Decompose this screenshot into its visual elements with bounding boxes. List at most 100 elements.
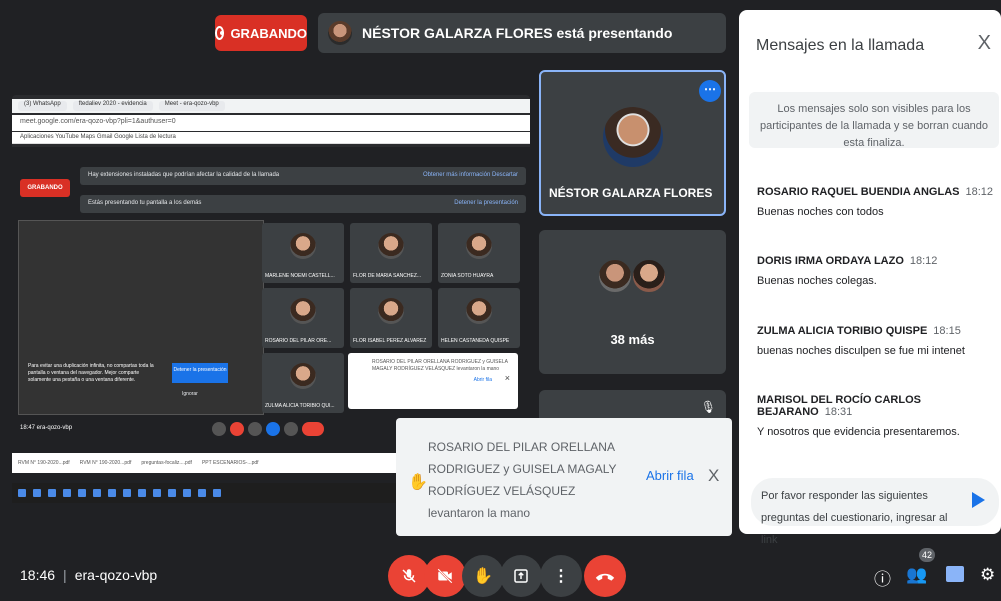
send-icon[interactable] [972, 492, 985, 508]
participant-photo [466, 233, 492, 259]
chat-time: 18:12 [965, 186, 994, 198]
shared-presenting-action: Detener la presentación [454, 200, 518, 206]
camera-toggle-button[interactable] [424, 555, 466, 597]
shared-hangup-icon [302, 422, 324, 436]
shared-tab: (3) WhatsApp [18, 101, 67, 111]
shared-hand-icon [248, 422, 262, 436]
shared-more-icon [284, 422, 298, 436]
shared-extensions-actions: Obtener más información Descartar [422, 172, 518, 178]
chat-sender: ROSARIO RAQUEL BUENDIA ANGLAS [757, 186, 960, 198]
participant-photo [290, 363, 316, 389]
info-icon[interactable]: ⓘ [874, 565, 891, 590]
shared-recording-badge: GRABANDO [20, 179, 70, 197]
shared-cam-icon [230, 422, 244, 436]
shared-extensions-text: Hay extensiones instaladas que podrían a… [88, 172, 280, 178]
camera-off-icon [437, 568, 453, 584]
chat-text: Buenas noches con todos [757, 206, 884, 218]
participant-name: ZONIA SOTO HUAYRA [441, 273, 494, 279]
shared-download-file: RVM N° 190-2020...pdf [79, 460, 132, 466]
current-time: 18:46 [20, 567, 56, 583]
people-icon[interactable]: 👥 [906, 565, 927, 585]
chat-message-input[interactable]: Por favor responder las siguientes pregu… [751, 478, 999, 546]
chat-message: MARISOL DEL ROCÍO CARLOS BEJARANO 18:31 Y… [757, 394, 997, 438]
shared-participant-tile: MARLENE NOEMI CASTELL... [262, 223, 344, 283]
shared-browser-tabs: (3) WhatsApp ftedaliev 2020 - evidencia … [12, 99, 530, 113]
shared-participant-tile: HELEN CASTAÑEDA QUISPE [438, 288, 520, 348]
present-icon [514, 569, 528, 583]
shared-bookmarks-bar: Aplicaciones YouTube Maps Gmail Google L… [12, 132, 530, 144]
hand-raised-toast: ✋ ROSARIO DEL PILAR ORELLANA RODRIGUEZ y… [396, 418, 732, 536]
chat-message: ROSARIO RAQUEL BUENDIA ANGLAS 18:12 Buena… [757, 186, 997, 218]
shared-hand-toast: ROSARIO DEL PILAR ORELLANA RODRIGUEZ y G… [348, 353, 518, 409]
meeting-info: 18:46 | era-qozo-vbp [20, 567, 157, 583]
more-vert-icon: ⋮ [553, 568, 569, 585]
leave-call-button[interactable] [584, 555, 626, 597]
chat-text: Buenas noches colegas. [757, 275, 877, 287]
shared-download-file: preguntas-focaliz....pdf [141, 460, 192, 466]
participant-name: FLOR ISABEL PÉREZ ALVAREZ [353, 338, 427, 344]
shared-participant-tile: FLOR ISABEL PÉREZ ALVAREZ [350, 288, 432, 348]
presenter-photo [603, 107, 663, 167]
separator: | [63, 567, 67, 583]
chat-message: DORIS IRMA ORDAYA LAZO 18:12 Buenas noche… [757, 255, 997, 287]
chat-panel: Mensajes en la llamada X Los mensajes so… [739, 10, 1001, 546]
participant-photo [290, 298, 316, 324]
chat-time: 18:15 [933, 325, 961, 337]
shared-participant-tile: FLOR DE MARIA SANCHEZ... [350, 223, 432, 283]
participant-photo [466, 298, 492, 324]
chat-text: Y nosotros que evidencia presentaremos. [757, 426, 960, 438]
shared-duplication-note: Para evitar una duplicación infinita, no… [28, 363, 154, 383]
participant-name: HELEN CASTAÑEDA QUISPE [441, 338, 510, 344]
more-participants-tile[interactable]: 38 más [539, 230, 726, 374]
people-count-badge: 42 [919, 548, 935, 562]
more-count: 38 más [610, 332, 655, 347]
shared-ignore-link: Ignorar [182, 391, 198, 397]
shared-extensions-banner: Hay extensiones instaladas que podrían a… [80, 167, 526, 185]
chat-time: 18:31 [824, 406, 853, 418]
taskbar-icon [78, 489, 86, 497]
chat-icon[interactable] [946, 566, 964, 582]
chat-info-note: Los mensajes solo son visibles para los … [749, 92, 999, 149]
chat-title: Mensajes en la llamada [756, 37, 925, 54]
chat-text: buenas noches disculpen se fue mi intene… [757, 345, 965, 357]
tile-options-icon[interactable]: ⋯ [699, 80, 721, 102]
presenter-banner: NÉSTOR GALARZA FLORES está presentando [318, 13, 726, 53]
presenter-name: NÉSTOR GALARZA FLORES [549, 186, 713, 200]
shared-tab: Meet - era-qozo-vbp [158, 101, 225, 111]
taskbar-icon [168, 489, 176, 497]
taskbar-icon [48, 489, 56, 497]
shared-presenting-banner: Estás presentando tu pantalla a los demá… [80, 195, 526, 213]
more-options-button[interactable]: ⋮ [540, 555, 582, 597]
activities-icon[interactable]: ⚙ [980, 565, 995, 585]
recording-label: GRABANDO [230, 25, 307, 41]
shared-tab: ftedaliev 2020 - evidencia [72, 101, 153, 111]
shared-hand-toast-text: ROSARIO DEL PILAR ORELLANA RODRIGUEZ y G… [372, 359, 508, 372]
presenter-text: NÉSTOR GALARZA FLORES está presentando [362, 25, 673, 41]
taskbar-icon [198, 489, 206, 497]
record-icon [215, 26, 225, 40]
meeting-code: era-qozo-vbp [74, 567, 158, 583]
presenter-tile[interactable]: NÉSTOR GALARZA FLORES [539, 70, 726, 216]
close-icon[interactable]: X [978, 32, 991, 55]
close-icon[interactable]: X [708, 466, 719, 486]
participant-photo [378, 233, 404, 259]
present-button[interactable] [500, 555, 542, 597]
raise-hand-button[interactable]: ✋ [462, 555, 504, 597]
shared-url-bar: meet.google.com/era-qozo-vbp?pli=1&authu… [12, 115, 530, 131]
shared-mic-icon [212, 422, 226, 436]
raise-hand-icon: ✋ [473, 568, 493, 585]
chat-time: 18:12 [909, 255, 938, 267]
shared-presenting-text: Estás presentando tu pantalla a los demá… [88, 200, 202, 206]
taskbar-icon [33, 489, 41, 497]
participant-name: ROSARIO DEL PILAR ORE... [265, 338, 332, 344]
hangup-icon [595, 573, 615, 581]
taskbar-icon [108, 489, 116, 497]
participant-photo [631, 258, 667, 294]
shared-participant-tile: ZULMA ALICIA TORIBIO QUI... [262, 353, 344, 413]
shared-participant-tile: ROSARIO DEL PILAR ORE... [262, 288, 344, 348]
shared-close-icon: × [504, 373, 510, 383]
shared-footer-time: 18:47 era-qozo-vbp [20, 425, 73, 431]
shared-download-file: PPT ESCENARIOS-...pdf [201, 460, 259, 466]
open-queue-button[interactable]: Abrir fila [646, 468, 694, 483]
chat-message: ZULMA ALICIA TORIBIO QUISPE 18:15 buenas … [757, 325, 997, 357]
